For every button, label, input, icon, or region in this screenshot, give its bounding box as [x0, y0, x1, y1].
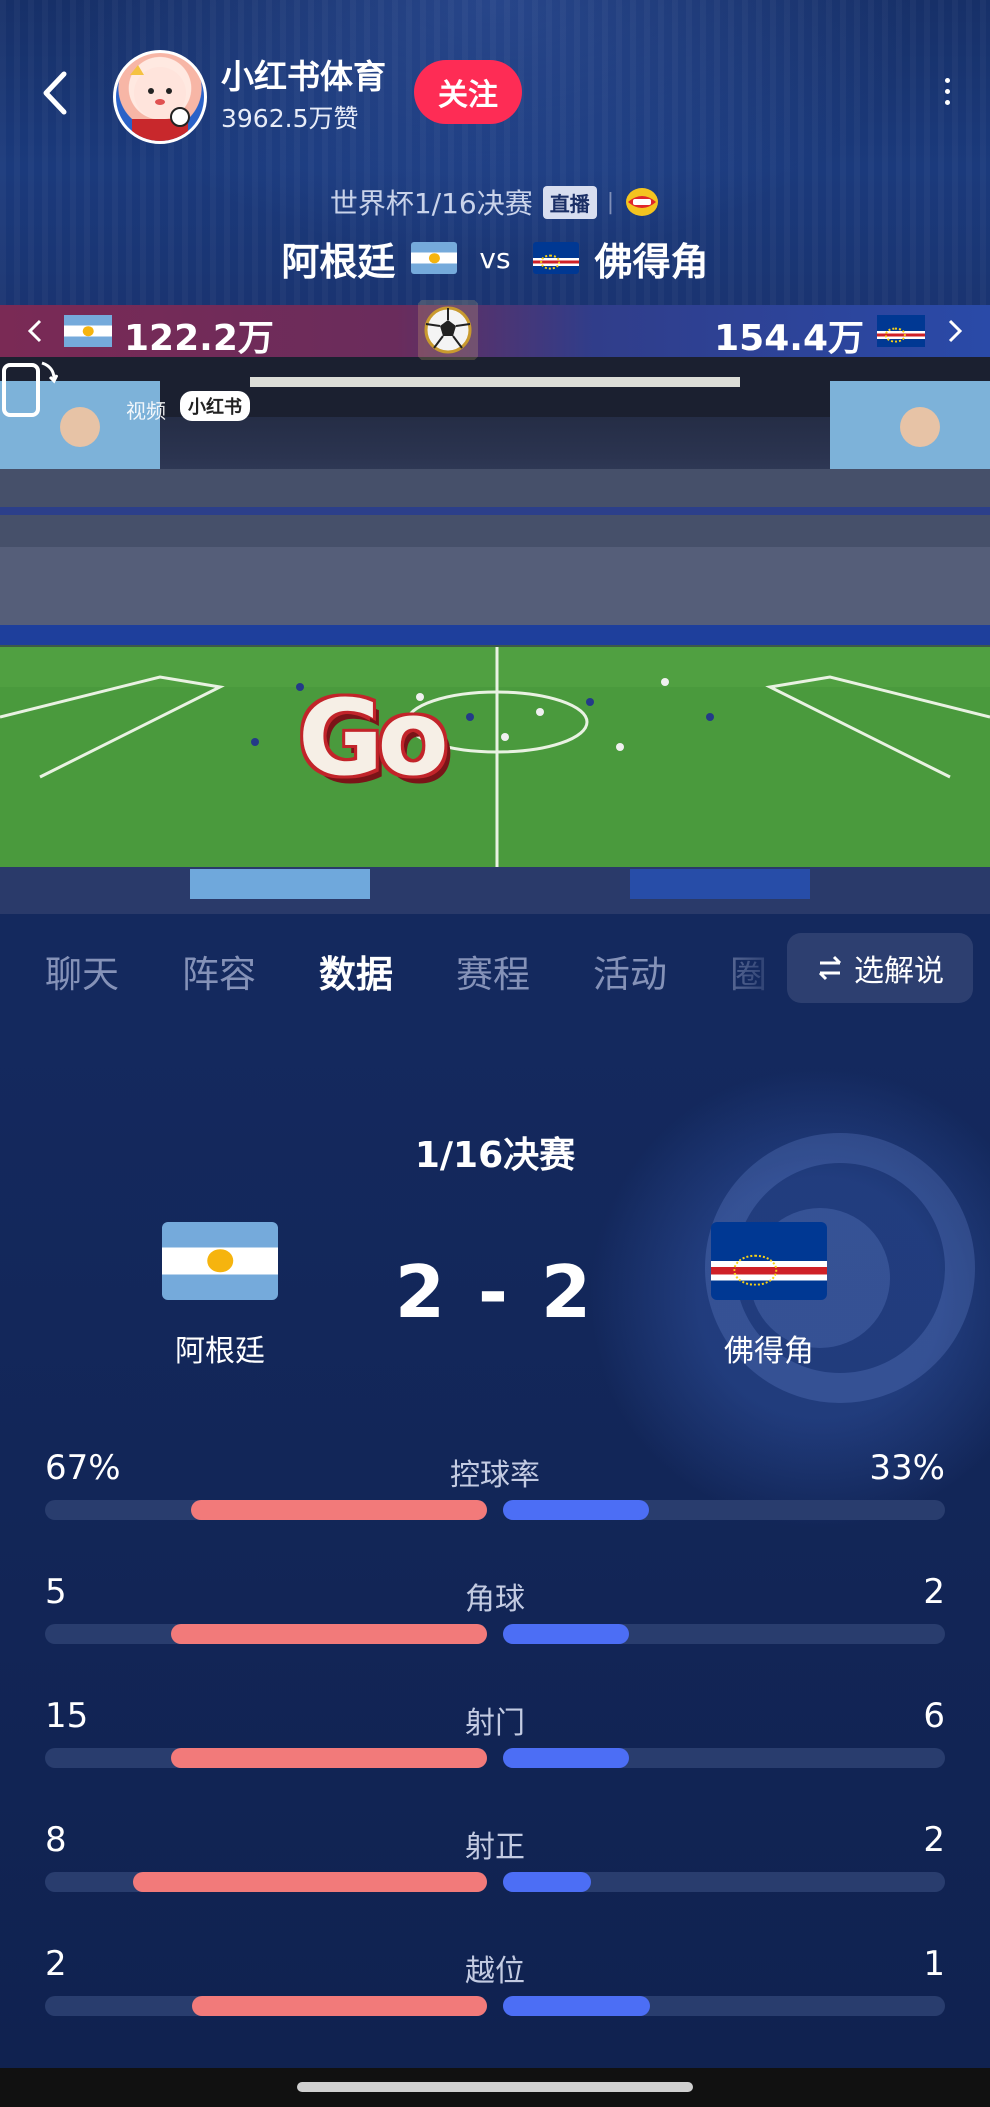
divider: | — [606, 189, 615, 215]
stat-row: 67% 控球率 33% — [45, 1448, 945, 1528]
stat-label: 射门 — [465, 1706, 525, 1741]
cape-verde-flag-icon — [877, 315, 925, 347]
avatar[interactable] — [113, 50, 207, 144]
tab-data[interactable]: 数据 — [319, 944, 393, 998]
away-team-name: 佛得角 — [724, 1334, 814, 1369]
stat-away-value: 2 — [923, 1820, 945, 1860]
stat-row: 8 射正 2 — [45, 1820, 945, 1900]
home-support-count[interactable]: 122.2万 — [124, 309, 274, 361]
stat-away-track — [503, 1500, 945, 1520]
tab-fade — [690, 914, 790, 1028]
stat-label: 射正 — [465, 1830, 525, 1865]
stat-home-track — [45, 1500, 487, 1520]
support-bar: 122.2万 154.4万 — [0, 305, 990, 359]
match-round-row: 世界杯1/16决赛 直播 | — [0, 180, 990, 224]
stat-row: 2 越位 1 — [45, 1944, 945, 2024]
cape-verde-flag-icon — [532, 242, 579, 274]
stat-away-value: 2 — [923, 1572, 945, 1612]
match-data-panel: 1/16决赛 2 - 2 阿根廷 佛得角 67% 控球率 33% 5 角球 2 15 射门 6 8… — [0, 1028, 990, 2068]
more-icon[interactable] — [943, 78, 953, 108]
stat-home-bar — [171, 1624, 487, 1644]
stat-away-value: 6 — [923, 1696, 945, 1736]
stat-home-track — [45, 1624, 487, 1644]
stat-home-bar — [171, 1748, 487, 1768]
live-header: 小红书体育 3962.5万赞 关注 世界杯1/16决赛 直播 | 阿根廷 vs … — [0, 0, 990, 305]
tab-chat[interactable]: 聊天 — [45, 944, 119, 998]
swap-icon — [818, 955, 842, 981]
stat-home-track — [45, 1748, 487, 1768]
account-name[interactable]: 小红书体育 — [221, 50, 386, 98]
live-badge: 直播 — [542, 185, 597, 219]
stat-home-track — [45, 1872, 487, 1892]
match-score: 2 - 2 — [394, 1250, 596, 1334]
select-commentary-label: 选解说 — [854, 954, 944, 989]
stat-away-bar — [503, 1996, 650, 2016]
home-team-name: 阿根廷 — [175, 1334, 265, 1369]
stat-away-bar — [503, 1500, 649, 1520]
argentina-flag-icon — [411, 242, 458, 274]
stat-label: 控球率 — [450, 1458, 540, 1493]
stat-away-bar — [503, 1624, 629, 1644]
tab-lineup[interactable]: 阵容 — [182, 944, 256, 998]
back-arrow-icon[interactable] — [36, 68, 76, 118]
system-nav-area — [0, 2068, 990, 2107]
chevron-right-icon[interactable] — [944, 317, 966, 345]
stat-away-bar — [503, 1748, 629, 1768]
stat-home-bar — [133, 1872, 487, 1892]
stat-label: 角球 — [465, 1582, 525, 1617]
follow-button[interactable]: 关注 — [414, 60, 522, 124]
watermark-brand: 小红书 — [180, 391, 250, 421]
round-title: 1/16决赛 — [414, 1135, 576, 1176]
football-icon — [418, 300, 478, 360]
stat-home-bar — [191, 1500, 487, 1520]
tab-schedule[interactable]: 赛程 — [456, 944, 530, 998]
stadium-scene — [0, 357, 990, 914]
rotate-screen-icon[interactable] — [0, 357, 58, 421]
stat-home-track — [45, 1996, 487, 2016]
watermark-label: 视频 — [126, 399, 166, 423]
away-team-name: 佛得角 — [594, 239, 709, 284]
stat-away-bar — [503, 1872, 591, 1892]
select-commentary-button[interactable]: 选解说 — [787, 933, 973, 1003]
stat-away-track — [503, 1872, 945, 1892]
tab-activity[interactable]: 活动 — [593, 944, 667, 998]
argentina-flag-icon — [64, 315, 112, 347]
stat-away-track — [503, 1996, 945, 2016]
stat-row: 15 射门 6 — [45, 1696, 945, 1776]
chevron-left-icon[interactable] — [24, 317, 46, 345]
stat-away-value: 33% — [869, 1448, 945, 1488]
go-overlay: Go — [298, 677, 449, 799]
stat-away-track — [503, 1624, 945, 1644]
vs-label: vs — [479, 241, 511, 275]
stat-label: 越位 — [465, 1954, 525, 1989]
stat-row: 5 角球 2 — [45, 1572, 945, 1652]
match-teams-row: 阿根廷 vs 佛得角 — [0, 232, 990, 284]
account-likes: 3962.5万赞 — [221, 104, 359, 133]
home-indicator[interactable] — [297, 2082, 693, 2092]
stat-away-value: 1 — [923, 1944, 945, 1984]
away-support-count[interactable]: 154.4万 — [714, 309, 864, 361]
stat-away-track — [503, 1748, 945, 1768]
home-team-name: 阿根廷 — [281, 239, 396, 284]
live-video-player[interactable]: 视频 小红书 Go — [0, 357, 990, 914]
sponsor-logo-icon — [626, 188, 659, 216]
stat-home-bar — [192, 1996, 487, 2016]
match-round-title: 世界杯1/16决赛 — [329, 187, 533, 220]
